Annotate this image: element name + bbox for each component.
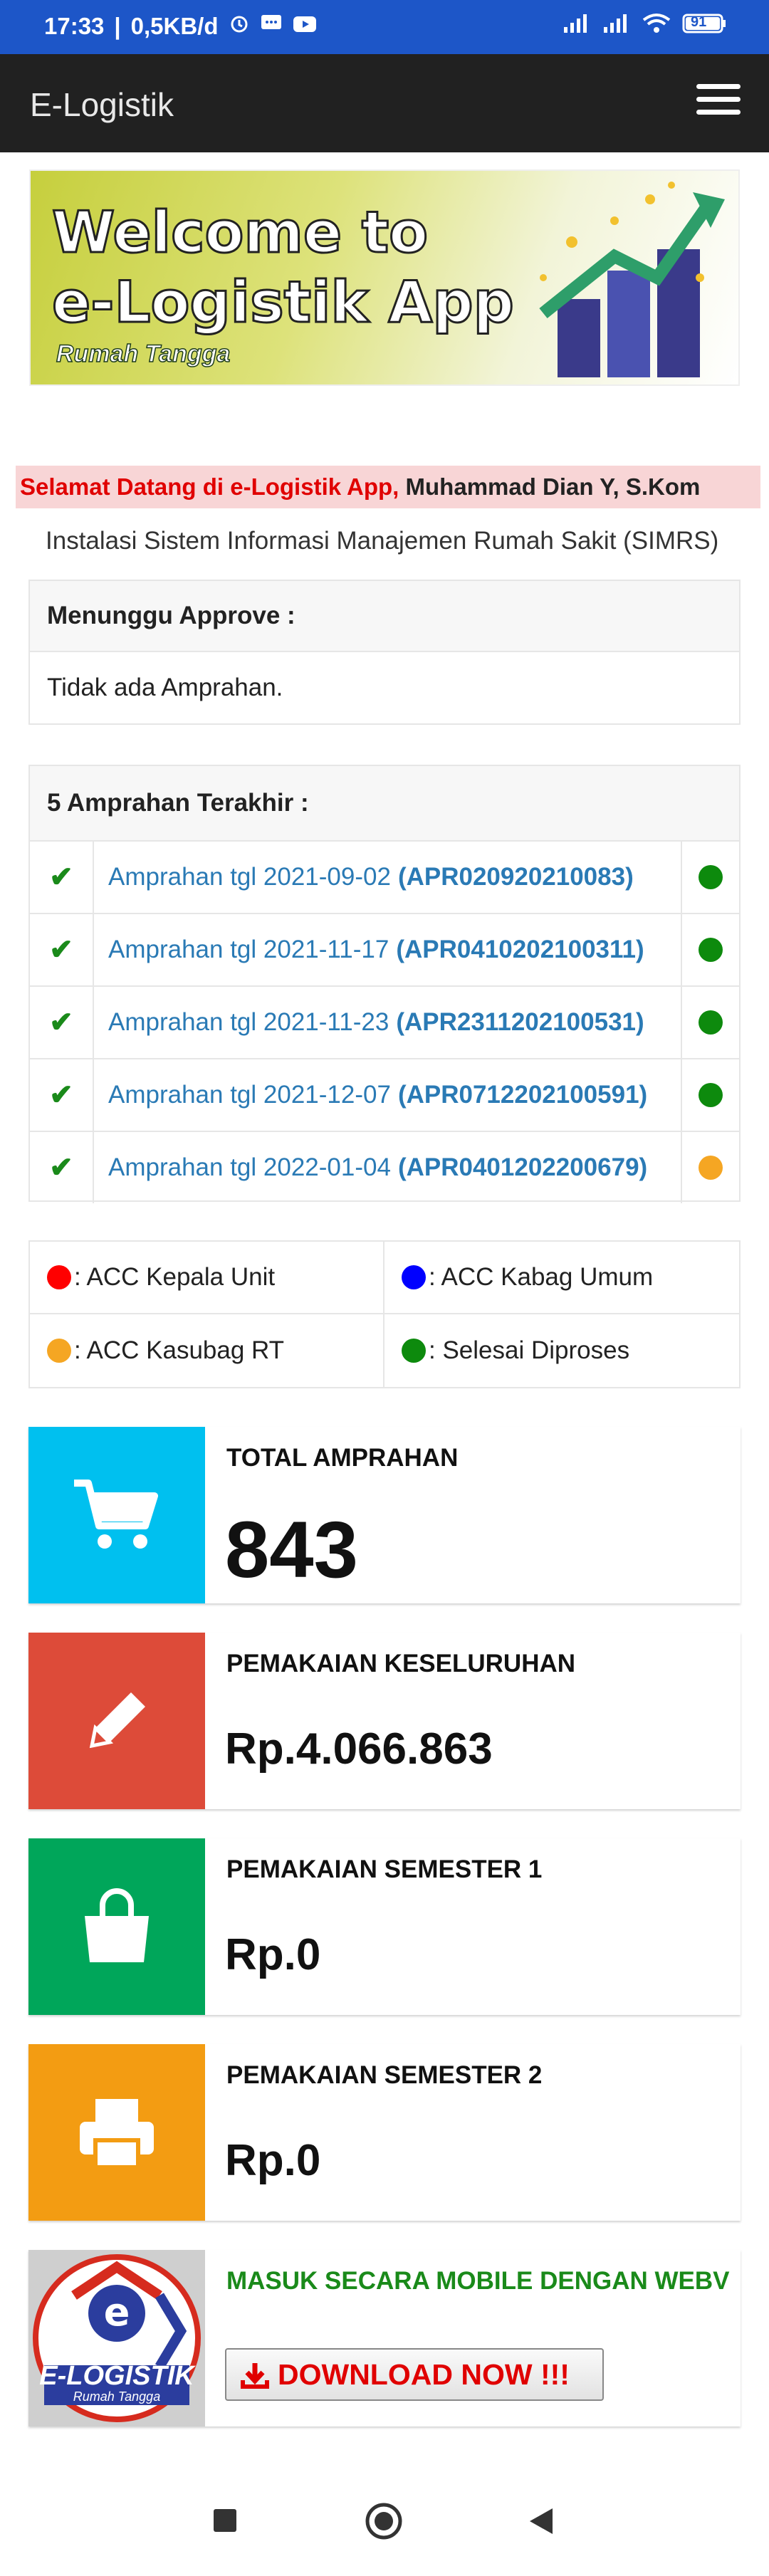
wifi-icon	[642, 13, 671, 40]
download-button[interactable]: DOWNLOAD NOW !!!	[225, 2348, 604, 2401]
welcome-message: Selamat Datang di e-Logistik App, Muhamm…	[16, 466, 760, 508]
clock: 17:33	[44, 13, 105, 39]
check-icon: ✔	[30, 1059, 94, 1131]
semester2-usage-box: PEMAKAIAN SEMESTER 2 Rp.0	[28, 2044, 741, 2221]
legend-dot	[47, 1339, 71, 1363]
home-circle-icon	[365, 2503, 402, 2540]
battery-level: 91	[691, 14, 707, 30]
legend-dot	[402, 1339, 426, 1363]
cart-icon	[74, 1480, 158, 1549]
legend-item: : ACC Kabag Umum	[384, 1242, 739, 1314]
total-requests-box: TOTAL AMPRAHAN 843	[28, 1427, 741, 1603]
status-dot	[699, 1010, 723, 1035]
back-icon	[530, 2508, 553, 2534]
download-button-label: DOWNLOAD NOW !!!	[278, 2357, 570, 2391]
request-link[interactable]: Amprahan tgl 2021-09-02 (APR020920210083)	[94, 842, 682, 913]
legend-item: : Selesai Diproses	[384, 1314, 739, 1387]
shopping-bag-icon	[85, 1888, 149, 1962]
banner-line2: e-Logistik App	[51, 268, 516, 337]
back-button[interactable]	[527, 2506, 555, 2540]
total-icon-box	[28, 1427, 205, 1603]
signal-icon	[602, 13, 631, 40]
message-icon	[260, 13, 283, 40]
legend-item: : ACC Kasubag RT	[30, 1314, 384, 1387]
pencil-icon	[89, 1692, 145, 1749]
semester1-usage-box: PEMAKAIAN SEMESTER 1 Rp.0	[28, 1838, 741, 2015]
check-icon: ✔	[30, 842, 94, 913]
print-icon	[80, 2099, 154, 2169]
list-item[interactable]: ✔ Amprahan tgl 2022-01-04 (APR04012022006…	[30, 1132, 739, 1203]
pending-approval-card: Menunggu Approve : Tidak ada Amprahan.	[28, 580, 741, 725]
signal-icon	[563, 13, 591, 40]
recent-requests-list: ✔ Amprahan tgl 2021-09-02 (APR02092021008…	[30, 842, 739, 1203]
check-icon: ✔	[30, 914, 94, 985]
welcome-banner: Welcome to e-Logistik App Rumah Tangga	[29, 169, 740, 386]
pending-approval-title: Menunggu Approve :	[30, 581, 739, 652]
total-label: TOTAL AMPRAHAN	[226, 1444, 459, 1472]
usage-icon-box	[28, 1633, 205, 1809]
app-bar: E-Logistik	[0, 54, 769, 152]
square-icon	[214, 2509, 236, 2532]
check-icon: ✔	[30, 1132, 94, 1203]
semester1-value: Rp.0	[225, 1930, 321, 1979]
greeting-text: Selamat Datang di e-Logistik App,	[20, 473, 399, 500]
check-icon: ✔	[30, 987, 94, 1058]
request-link[interactable]: Amprahan tgl 2022-01-04 (APR0401202200679…	[94, 1132, 682, 1203]
legend-item: : ACC Kepala Unit	[30, 1242, 384, 1314]
semester2-icon-box	[28, 2044, 205, 2221]
logo-subtext: Rumah Tangga	[73, 2389, 161, 2404]
download-icon	[241, 2363, 269, 2389]
status-bar: 17:33 | 0,5KB/d 91	[0, 0, 769, 54]
list-item[interactable]: ✔ Amprahan tgl 2021-12-07 (APR07122021005…	[30, 1059, 739, 1132]
list-item[interactable]: ✔ Amprahan tgl 2021-11-23 (APR23112021005…	[30, 987, 739, 1059]
request-link[interactable]: Amprahan tgl 2021-11-23 (APR2311202100531…	[94, 987, 682, 1058]
unit-name: Instalasi Sistem Informasi Manajemen Rum…	[46, 527, 719, 555]
alarm-icon	[229, 13, 250, 40]
semester2-label: PEMAKAIAN SEMESTER 2	[226, 2061, 543, 2089]
status-dot	[699, 1156, 723, 1180]
system-nav-bar	[0, 2483, 769, 2576]
menu-icon[interactable]	[696, 84, 741, 120]
user-name: Muhammad Dian Y, S.Kom	[405, 473, 701, 500]
home-button[interactable]	[365, 2502, 403, 2544]
recents-button[interactable]	[212, 2508, 238, 2537]
app-logo-box: e E-LOGISTIK Rumah Tangga	[28, 2250, 205, 2426]
total-usage-box: PEMAKAIAN KESELURUHAN Rp.4.066.863	[28, 1633, 741, 1809]
legend-dot	[47, 1265, 71, 1289]
mobile-download-box: e E-LOGISTIK Rumah Tangga MASUK SECARA M…	[28, 2250, 741, 2426]
battery-icon: 91	[682, 13, 726, 40]
list-item[interactable]: ✔ Amprahan tgl 2021-09-02 (APR02092021008…	[30, 842, 739, 914]
logo-text: E-LOGISTIK	[39, 2361, 194, 2391]
semester1-icon-box	[28, 1838, 205, 2015]
download-label: MASUK SECARA MOBILE DENGAN WEBV	[226, 2267, 730, 2295]
status-dot	[699, 938, 723, 962]
recent-requests-card: 5 Amprahan Terakhir : ✔ Amprahan tgl 202…	[28, 765, 741, 1203]
banner-line3: Rumah Tangga	[56, 340, 231, 368]
status-dot	[699, 1083, 723, 1107]
legend-dot	[402, 1265, 426, 1289]
total-value: 843	[225, 1505, 358, 1594]
recent-requests-title: 5 Amprahan Terakhir :	[30, 766, 739, 842]
semester1-label: PEMAKAIAN SEMESTER 1	[226, 1855, 543, 1883]
list-item[interactable]: ✔ Amprahan tgl 2021-11-17 (APR04102021003…	[30, 914, 739, 987]
svg-text:e: e	[104, 2290, 130, 2335]
network-speed: 0,5KB/d	[130, 13, 219, 39]
status-legend: : ACC Kepala Unit : ACC Kabag Umum : ACC…	[28, 1240, 741, 1388]
usage-label: PEMAKAIAN KESELURUHAN	[226, 1650, 576, 1677]
banner-line1: Welcome to	[51, 199, 429, 267]
youtube-icon	[293, 13, 317, 40]
pending-approval-empty: Tidak ada Amprahan.	[47, 674, 283, 701]
semester2-value: Rp.0	[225, 2136, 321, 2185]
usage-value: Rp.4.066.863	[225, 1724, 493, 1774]
status-dot	[699, 865, 723, 889]
app-title: E-Logistik	[30, 86, 174, 123]
request-link[interactable]: Amprahan tgl 2021-12-07 (APR0712202100591…	[94, 1059, 682, 1131]
request-link[interactable]: Amprahan tgl 2021-11-17 (APR0410202100311…	[94, 914, 682, 985]
